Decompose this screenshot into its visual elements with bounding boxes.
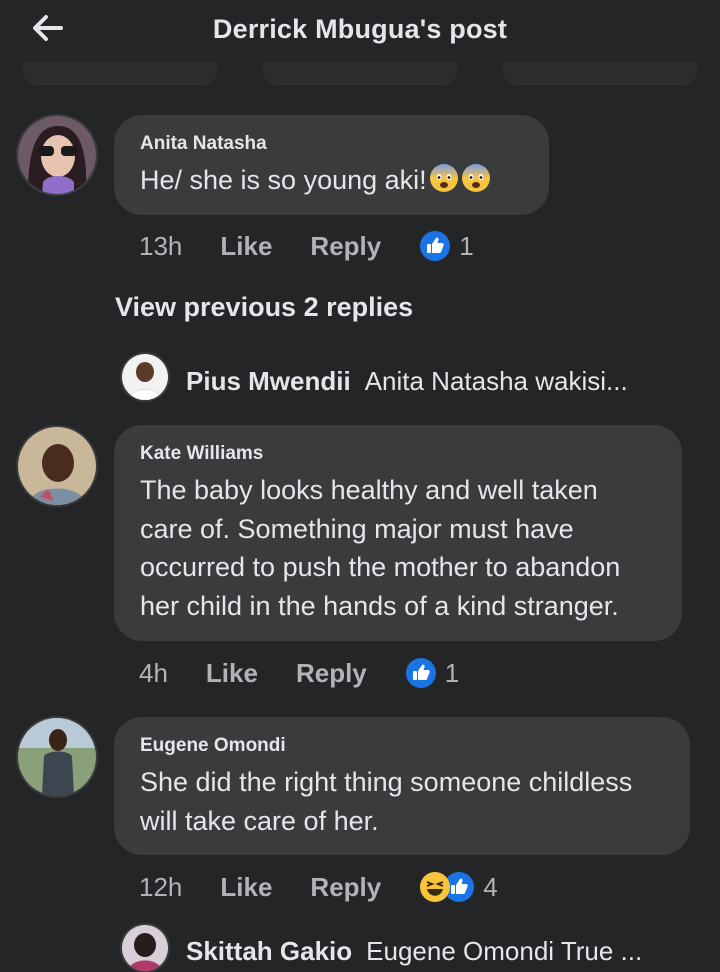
avatar-skittah-gakio — [122, 925, 168, 971]
anxious-face-emoji-icon — [461, 164, 490, 192]
reply-button[interactable]: Reply — [296, 658, 367, 689]
like-reaction-icon — [420, 231, 451, 261]
page-title: Derrick Mbugua's post — [212, 14, 508, 44]
reaction-count: 4 — [483, 871, 498, 902]
post-comments-screen: Derrick Mbugua's post Anita Natasha He/ … — [0, 0, 720, 972]
reply-preview[interactable]: Skittah Gakio Eugene Omondi True ... — [186, 926, 642, 972]
reaction-filter-strip — [0, 62, 720, 86]
comment-actions: 13h Like Reply 1 — [139, 226, 474, 266]
filter-pill[interactable] — [262, 62, 458, 85]
comment-time: 13h — [139, 230, 183, 261]
reactions-summary[interactable]: 4 — [419, 871, 498, 903]
avatar[interactable] — [18, 718, 96, 796]
comment-author[interactable]: Kate Williams — [140, 443, 656, 465]
comment-text: He/ she is so young aki! — [140, 161, 523, 200]
filter-pill[interactable] — [22, 62, 218, 85]
comment-bubble[interactable]: Kate Williams The baby looks healthy and… — [114, 425, 682, 641]
top-bar: Derrick Mbugua's post — [0, 0, 720, 62]
comment-actions: 12h Like Reply 4 — [139, 867, 498, 907]
like-button[interactable]: Like — [220, 231, 272, 262]
avatar-anita-natasha — [18, 116, 96, 194]
view-previous-replies-link[interactable]: View previous 2 replies — [115, 292, 413, 323]
reply-button[interactable]: Reply — [310, 231, 381, 262]
filter-pill[interactable] — [502, 62, 698, 85]
reply-button[interactable]: Reply — [310, 872, 381, 903]
comment-text: The baby looks healthy and well taken ca… — [140, 475, 621, 621]
comment-author[interactable]: Anita Natasha — [140, 133, 523, 155]
reply-author[interactable]: Pius Mwendii — [186, 366, 351, 397]
comment-text: She did the right thing someone childles… — [140, 767, 633, 836]
like-button[interactable]: Like — [206, 658, 258, 689]
comment-time: 4h — [139, 657, 168, 688]
avatar[interactable] — [18, 427, 96, 505]
reply-snippet: Eugene Omondi True ... — [366, 935, 643, 966]
reply-author[interactable]: Skittah Gakio — [186, 936, 352, 967]
avatar-eugene-omondi — [18, 718, 96, 796]
anxious-face-emoji-icon — [429, 164, 458, 192]
avatar-kate-williams — [18, 427, 96, 505]
reply-preview[interactable]: Pius Mwendii Anita Natasha wakisi... — [186, 356, 628, 406]
comment-author[interactable]: Eugene Omondi — [140, 735, 664, 757]
avatar[interactable] — [18, 116, 96, 194]
comment-bubble[interactable]: Anita Natasha He/ she is so young aki! — [114, 115, 549, 215]
reactions-summary[interactable]: 1 — [419, 230, 474, 262]
avatar[interactable] — [122, 925, 168, 971]
comment-bubble[interactable]: Eugene Omondi She did the right thing so… — [114, 717, 690, 855]
avatar[interactable] — [122, 354, 168, 400]
like-reaction-icon — [405, 658, 436, 688]
haha-reaction-icon — [420, 872, 451, 902]
comment-actions: 4h Like Reply 1 — [139, 653, 459, 693]
like-button[interactable]: Like — [220, 872, 272, 903]
reaction-count: 1 — [444, 657, 460, 688]
comment-time: 12h — [139, 871, 183, 902]
avatar-pius-mwendii — [122, 354, 168, 400]
reaction-count: 1 — [459, 230, 474, 261]
reply-snippet: Anita Natasha wakisi... — [364, 365, 628, 396]
reactions-summary[interactable]: 1 — [405, 657, 459, 689]
